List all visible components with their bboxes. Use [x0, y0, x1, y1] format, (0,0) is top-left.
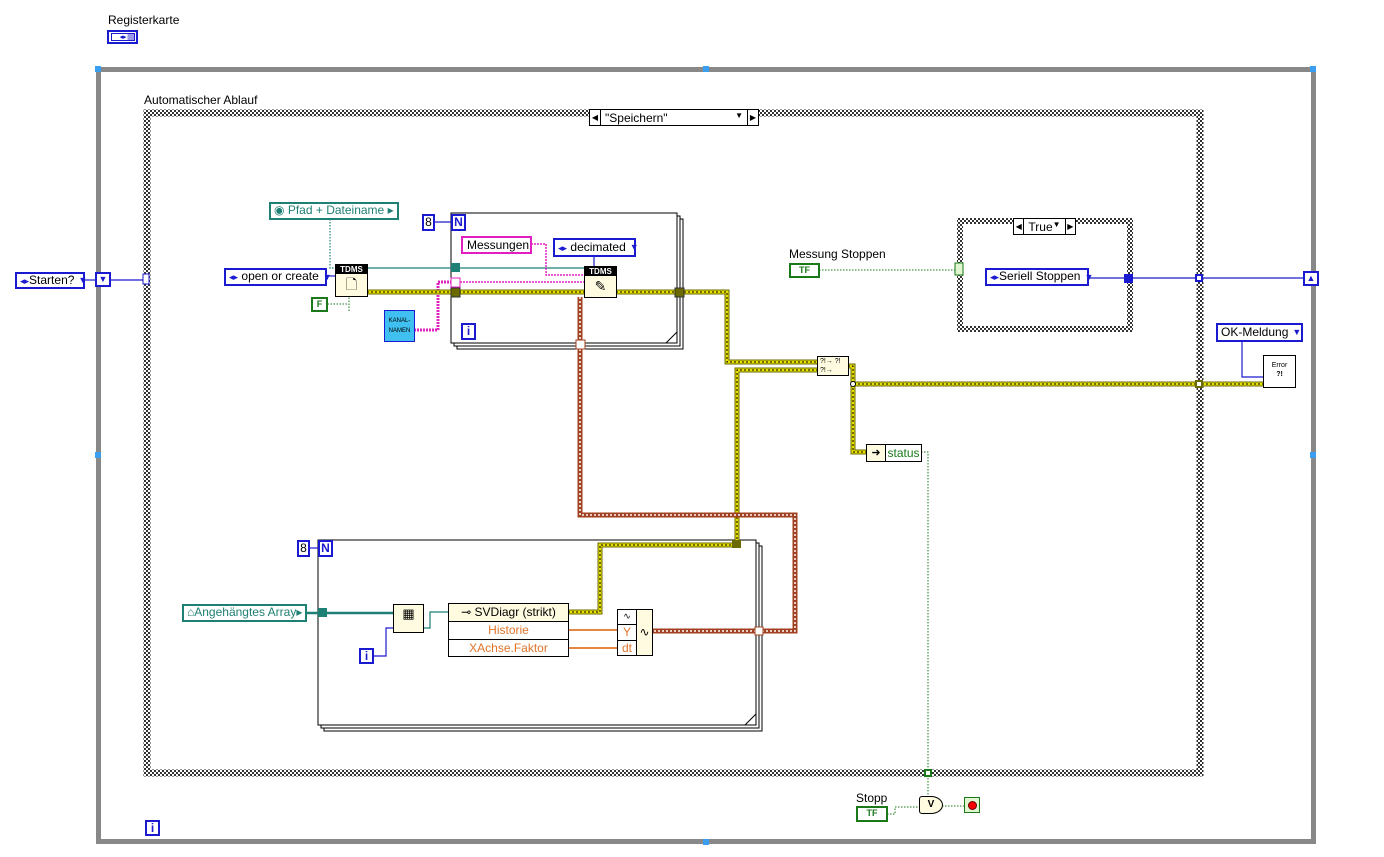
- loop1-iteration-terminal: i: [461, 323, 476, 340]
- serial-stop-value: Seriell Stoppen: [999, 269, 1081, 283]
- property-node[interactable]: ⊸ SVDiagr (strikt) Historie XAchse.Fakto…: [448, 603, 569, 657]
- operation-value: open or create: [241, 269, 319, 283]
- diagram-canvas: [85, 66, 1316, 845]
- output-arrow-icon: ▸: [296, 605, 303, 619]
- unbundle-status-node[interactable]: ➜ status: [866, 444, 922, 462]
- loop2-count-terminal: N: [318, 540, 333, 557]
- up-arrow-icon: ▲: [1306, 273, 1316, 283]
- dropdown-icon[interactable]: ▼: [78, 274, 87, 287]
- merge-errors-icon: ?!→ ?! ?!→: [820, 358, 841, 374]
- status-field: status: [886, 445, 921, 461]
- or-gate[interactable]: V: [919, 796, 943, 814]
- new-file-icon: 🗋: [345, 276, 358, 292]
- decrement-case-icon[interactable]: ◀: [590, 110, 601, 125]
- loop1-count-terminal: N: [451, 214, 466, 231]
- index-array-icon: ▦: [402, 606, 415, 621]
- loop2-count-constant[interactable]: 8: [297, 540, 310, 557]
- build-waveform-node[interactable]: ∿ Y dt ∿: [617, 609, 653, 656]
- tdms-open-node[interactable]: TDMS 🗋: [335, 264, 368, 297]
- dropdown-icon[interactable]: ▼: [323, 271, 332, 284]
- waveform-out-icon: ∿: [637, 610, 652, 655]
- case-structure-label: Automatischer Ablauf: [144, 93, 258, 107]
- property-xachse-faktor[interactable]: XAchse.Faktor: [449, 640, 568, 658]
- write-mode-enum[interactable]: ◂▸ decimated ▼: [553, 238, 639, 257]
- enum-arrows-icon: ◂▸: [229, 272, 239, 282]
- enum-arrows-icon: ◂▸: [990, 272, 1000, 282]
- for-loop-1-frame[interactable]: [450, 212, 684, 350]
- write-mode-value: decimated: [570, 239, 626, 254]
- serial-stop-enum[interactable]: ◂▸Seriell Stoppen ▼: [985, 268, 1093, 286]
- open-operation-enum[interactable]: ◂▸ open or create ▼: [224, 268, 332, 286]
- case-selector[interactable]: ◀ "Speichern" ▼ ▶: [589, 109, 759, 126]
- enum-arrows-icon: ◂▸: [558, 242, 568, 253]
- tdms-open-title: TDMS: [336, 265, 367, 274]
- dialog-type-enum[interactable]: OK-Meldung ▼: [1216, 323, 1303, 342]
- tdms-write-node[interactable]: TDMS ✎: [584, 266, 617, 298]
- false-constant[interactable]: F: [311, 297, 328, 312]
- pencil-icon: ✎: [594, 278, 607, 294]
- dropdown-icon[interactable]: ▼: [1292, 326, 1301, 339]
- starten-value: Starten?: [29, 272, 75, 287]
- loop2-iteration-terminal: i: [359, 648, 374, 664]
- waveform-y-input: Y: [618, 625, 636, 641]
- inner-case-selector[interactable]: ◀ True ▼ ▶: [1013, 218, 1076, 235]
- appended-array-label: Angehängtes Array: [194, 605, 297, 619]
- enum-arrows-icon: ◂▸: [111, 33, 135, 41]
- measure-stop-terminal[interactable]: TF: [789, 263, 820, 278]
- waveform-icon: ∿: [618, 610, 636, 625]
- dropdown-icon[interactable]: ▼: [1084, 271, 1093, 284]
- group-name-constant[interactable]: Messungen: [461, 236, 532, 254]
- tab-control-terminal[interactable]: ◂▸: [107, 30, 138, 44]
- decrement-case-icon[interactable]: ◀: [1014, 219, 1025, 234]
- increment-case-icon[interactable]: ▶: [747, 110, 758, 125]
- starten-enum[interactable]: ◂▸Starten? ▼: [15, 272, 87, 289]
- appended-array-control[interactable]: ⌂Angehängtes Array▸: [182, 604, 308, 622]
- property-node-name: SVDiagr (strikt): [474, 605, 556, 619]
- stop-terminal[interactable]: TF: [856, 806, 888, 822]
- waveform-dt-input: dt: [621, 641, 632, 655]
- property-node-header: ⊸ SVDiagr (strikt): [449, 604, 568, 622]
- enum-arrows-icon: ◂▸: [20, 275, 30, 286]
- error-bubble-icon: Error: [1271, 362, 1288, 369]
- dropdown-icon[interactable]: ▼: [1053, 220, 1061, 234]
- simple-error-handler-node[interactable]: Error?!: [1263, 355, 1296, 388]
- dropdown-icon[interactable]: ▼: [630, 241, 639, 254]
- file-path-control[interactable]: ◉ Pfad + Dateiname ▸: [269, 202, 399, 220]
- shift-register-right[interactable]: ▲: [1303, 271, 1319, 286]
- dialog-type-value: OK-Meldung: [1221, 325, 1289, 339]
- globe-icon: ◉: [274, 203, 285, 217]
- file-path-label: Pfad + Dateiname: [287, 203, 385, 217]
- stop-label: Stopp: [856, 791, 888, 805]
- loop-condition-terminal[interactable]: [964, 797, 980, 813]
- unbundle-arrow-icon: ➜: [867, 445, 886, 461]
- loop1-count-constant[interactable]: 8: [422, 214, 435, 231]
- increment-case-icon[interactable]: ▶: [1064, 219, 1075, 234]
- while-loop-iteration-terminal: i: [145, 820, 160, 836]
- index-array-node[interactable]: ▦: [393, 604, 424, 633]
- tab-control-label: Registerkarte: [108, 13, 180, 27]
- shift-register-left[interactable]: ▼: [95, 272, 111, 287]
- down-arrow-icon: ▼: [98, 274, 108, 284]
- dropdown-icon[interactable]: ▼: [735, 111, 743, 125]
- tdms-write-title: TDMS: [585, 267, 616, 276]
- case-selector-value: "Speichern": [605, 110, 668, 125]
- measure-stop-label: Messung Stoppen: [789, 247, 886, 261]
- inner-case-value: True: [1028, 219, 1053, 234]
- channel-names-constant[interactable]: KANAL- NAMEN: [384, 310, 415, 342]
- property-historie[interactable]: Historie: [449, 622, 568, 640]
- reference-icon: ⊸: [461, 605, 472, 619]
- stop-sign-icon: [968, 801, 977, 810]
- output-arrow-icon: ▸: [387, 203, 394, 217]
- merge-errors-node[interactable]: ?!→ ?! ?!→: [817, 356, 849, 376]
